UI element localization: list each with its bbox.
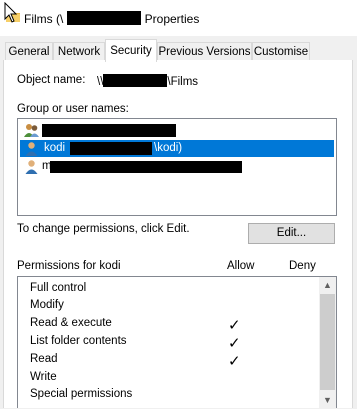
list-item[interactable] bbox=[20, 122, 334, 139]
allow-check-icon: ✓ bbox=[228, 317, 241, 334]
redacted-user bbox=[70, 142, 152, 155]
tab-customise[interactable]: Customise bbox=[252, 42, 310, 60]
permission-full-control: Full control bbox=[30, 282, 87, 294]
user-icon bbox=[25, 160, 38, 174]
tab-general[interactable]: General bbox=[5, 42, 53, 60]
scroll-down-icon[interactable]: ▼ bbox=[319, 392, 336, 409]
permission-read-execute: Read & execute bbox=[30, 317, 112, 329]
list-item-selected[interactable]: kodi \kodi) bbox=[20, 140, 334, 157]
tab-previous-versions[interactable]: Previous Versions bbox=[157, 42, 252, 60]
edit-hint: To change permissions, click Edit. bbox=[17, 223, 190, 235]
redacted-user bbox=[42, 124, 176, 137]
scroll-thumb[interactable] bbox=[320, 294, 335, 390]
permission-modify: Modify bbox=[30, 299, 64, 311]
allow-check-icon: ✓ bbox=[228, 335, 241, 352]
permissions-list[interactable]: Full control Modify Read & execute List … bbox=[17, 276, 337, 409]
scrollbar[interactable]: ▲ ▼ bbox=[319, 277, 336, 409]
window-title: Films (\ Properties bbox=[24, 11, 200, 26]
permission-special: Special permissions bbox=[30, 388, 133, 400]
permission-read: Read bbox=[30, 353, 58, 365]
scroll-up-icon[interactable]: ▲ bbox=[319, 277, 336, 294]
title-bar[interactable]: Films (\ Properties bbox=[0, 0, 357, 36]
permissions-title: Permissions for kodi bbox=[17, 260, 121, 272]
permission-list-folder: List folder contents bbox=[30, 335, 127, 347]
tab-security[interactable]: Security bbox=[105, 39, 157, 62]
deny-header: Deny bbox=[289, 260, 316, 272]
permission-write: Write bbox=[30, 371, 57, 383]
list-item[interactable]: m bbox=[20, 158, 334, 175]
user-icon bbox=[25, 142, 38, 156]
user-list[interactable]: kodi \kodi) m bbox=[17, 118, 337, 216]
allow-check-icon: ✓ bbox=[228, 353, 241, 370]
edit-button[interactable]: Edit... bbox=[248, 223, 335, 244]
group-users-icon bbox=[24, 124, 39, 137]
tab-network[interactable]: Network bbox=[53, 42, 105, 60]
object-name-label: Object name: bbox=[17, 74, 86, 86]
mouse-cursor-icon bbox=[4, 2, 18, 23]
redacted-user bbox=[50, 161, 242, 173]
allow-header: Allow bbox=[227, 260, 255, 272]
group-users-label: Group or user names: bbox=[17, 103, 129, 115]
object-name-value: \\ \Films bbox=[97, 74, 199, 88]
